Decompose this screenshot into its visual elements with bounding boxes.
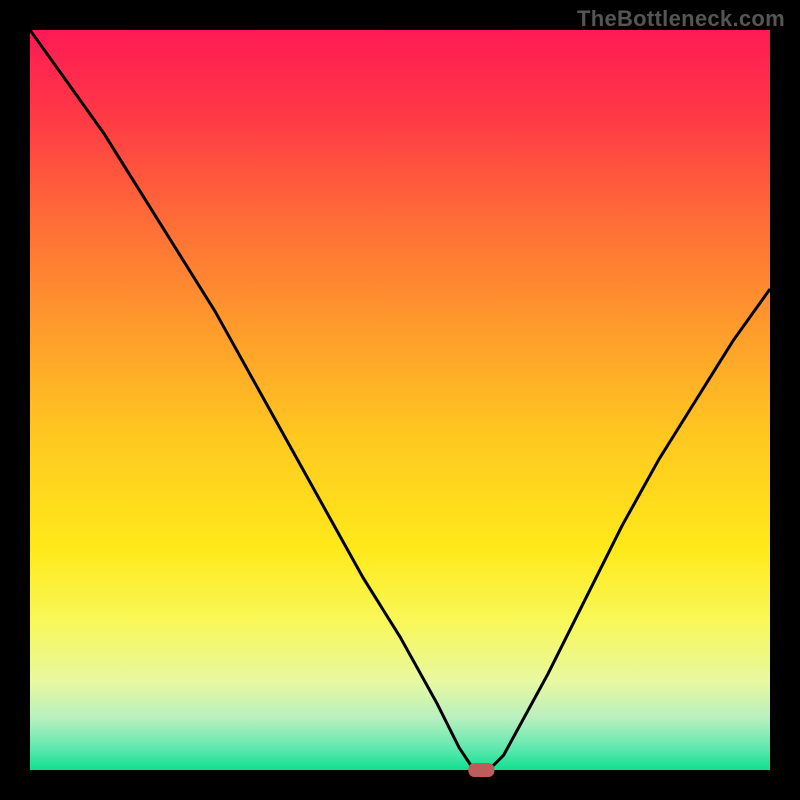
watermark-text: TheBottleneck.com <box>577 6 785 32</box>
chart-svg <box>0 0 800 800</box>
plot-background <box>30 30 770 770</box>
optimal-marker <box>468 763 494 777</box>
bottleneck-chart <box>0 0 800 800</box>
